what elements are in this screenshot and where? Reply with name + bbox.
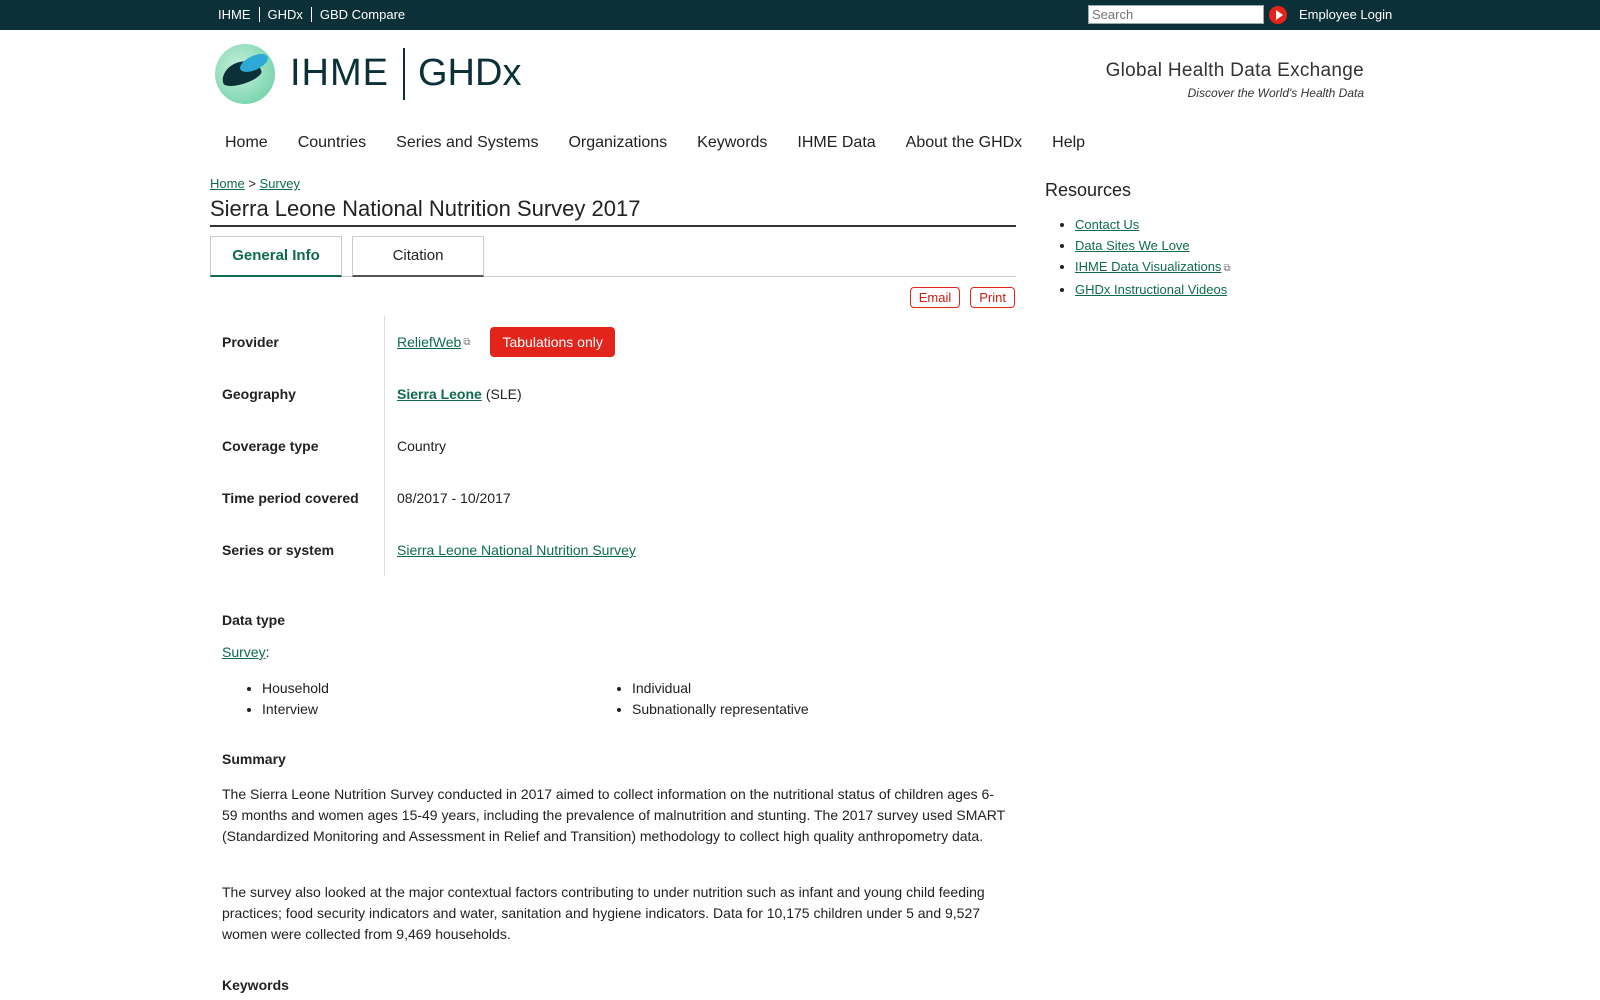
data-type-colon: : [265, 644, 270, 660]
site-subtagline: Discover the World's Health Data [1187, 86, 1364, 100]
resource-instructional-videos[interactable]: GHDx Instructional Videos [1075, 282, 1227, 297]
email-button[interactable]: Email [909, 287, 961, 308]
tab-general-info[interactable]: General Info [210, 236, 342, 277]
nav-help[interactable]: Help [1052, 134, 1085, 152]
search-input[interactable] [1088, 5, 1264, 24]
logo-divider [403, 48, 405, 100]
data-type-line: Survey: [222, 644, 269, 660]
nav-home[interactable]: Home [225, 134, 268, 152]
summary-heading: Summary [222, 751, 286, 767]
nav-about-ghdx[interactable]: About the GHDx [906, 134, 1023, 152]
top-link-gbd-compare[interactable]: GBD Compare [320, 7, 405, 22]
coverage-label: Coverage type [222, 438, 319, 454]
external-link-icon: ⧉ [463, 336, 471, 348]
nav-series-systems[interactable]: Series and Systems [396, 134, 538, 152]
external-link-icon: ⧉ [1223, 263, 1231, 274]
info-table: Provider ReliefWeb ⧉ Tabulations only Ge… [222, 316, 1012, 576]
list-item: Individual [632, 680, 809, 697]
breadcrumb-separator: > [248, 176, 256, 191]
breadcrumb: Home > Survey [210, 176, 300, 191]
top-bar: IHME GHDx GBD Compare Employee Login [0, 0, 1600, 30]
data-type-list-1: Household Interview [262, 680, 329, 722]
breadcrumb-survey[interactable]: Survey [260, 176, 300, 191]
nav-ihme-data[interactable]: IHME Data [797, 134, 875, 152]
info-row-provider: Provider ReliefWeb ⧉ Tabulations only [222, 316, 1012, 368]
info-row-coverage: Coverage type Country [222, 420, 1012, 472]
top-links: IHME GHDx GBD Compare [218, 7, 405, 22]
employee-login-link[interactable]: Employee Login [1299, 7, 1392, 22]
tab-bar: General Info Citation [210, 236, 1016, 277]
keywords-heading: Keywords [222, 977, 289, 993]
time-value: 08/2017 - 10/2017 [397, 490, 511, 506]
list-item: Household [262, 680, 329, 697]
search-go-icon[interactable] [1269, 6, 1287, 24]
info-row-time: Time period covered 08/2017 - 10/2017 [222, 472, 1012, 524]
geography-link[interactable]: Sierra Leone [397, 386, 482, 402]
nav-organizations[interactable]: Organizations [568, 134, 667, 152]
geography-label: Geography [222, 386, 296, 402]
summary-paragraph-1: The Sierra Leone Nutrition Survey conduc… [222, 786, 1005, 844]
tabulations-only-badge: Tabulations only [490, 327, 615, 357]
list-item: Interview [262, 701, 329, 718]
list-item: Subnationally representative [632, 701, 809, 718]
resource-contact-us[interactable]: Contact Us [1075, 217, 1139, 232]
provider-label: Provider [222, 334, 279, 350]
series-label: Series or system [222, 542, 335, 558]
nav-keywords[interactable]: Keywords [697, 134, 767, 152]
summary-paragraph-2: The survey also looked at the major cont… [222, 884, 985, 942]
nav-countries[interactable]: Countries [298, 134, 366, 152]
series-link[interactable]: Sierra Leone National Nutrition Survey [397, 542, 636, 558]
top-link-divider [258, 7, 260, 22]
info-row-series: Series or system Sierra Leone National N… [222, 524, 1012, 576]
resources-list: Contact Us Data Sites We Love IHME Data … [1075, 214, 1231, 300]
logo-text-ihme[interactable]: IHME [290, 52, 389, 95]
logo-text-ghdx[interactable]: GHDx [418, 52, 521, 95]
ihme-logo-icon[interactable] [215, 44, 275, 104]
top-link-ihme[interactable]: IHME [218, 7, 251, 22]
breadcrumb-home[interactable]: Home [210, 176, 245, 191]
data-type-survey-link[interactable]: Survey [222, 644, 266, 660]
info-row-geography: Geography Sierra Leone (SLE) [222, 368, 1012, 420]
tab-citation[interactable]: Citation [352, 236, 484, 277]
page-title: Sierra Leone National Nutrition Survey 2… [210, 196, 1016, 227]
top-link-ghdx[interactable]: GHDx [268, 7, 303, 22]
top-link-divider [310, 7, 312, 22]
data-type-list-2: Individual Subnationally representative [632, 680, 809, 722]
geography-code: (SLE) [485, 386, 522, 402]
data-type-heading: Data type [222, 612, 286, 628]
provider-link[interactable]: ReliefWeb [397, 334, 461, 350]
resource-data-sites[interactable]: Data Sites We Love [1075, 238, 1190, 253]
action-buttons: Email Print [909, 287, 1015, 308]
coverage-value: Country [397, 438, 447, 454]
print-button[interactable]: Print [970, 287, 1015, 308]
time-label: Time period covered [222, 490, 359, 506]
site-tagline: Global Health Data Exchange [1105, 60, 1364, 81]
main-nav: Home Countries Series and Systems Organi… [225, 134, 1085, 152]
resources-title: Resources [1045, 180, 1132, 200]
resource-ihme-visualizations[interactable]: IHME Data Visualizations [1075, 259, 1221, 274]
